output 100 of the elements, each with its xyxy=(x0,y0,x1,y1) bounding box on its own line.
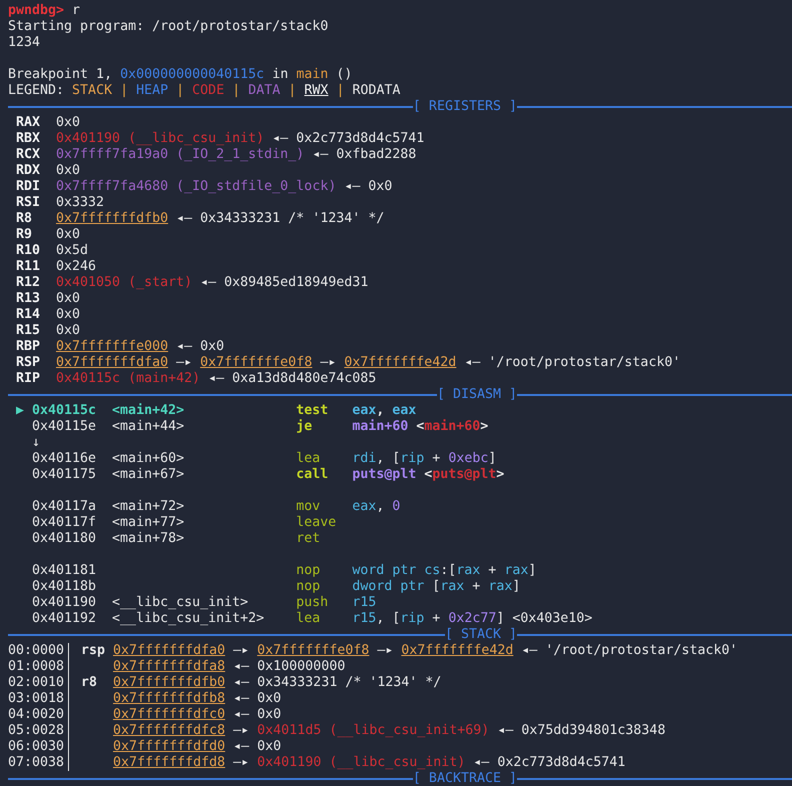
instruction-mnemonic: mov xyxy=(296,499,322,515)
register-value: 0x5d xyxy=(56,243,88,259)
register-value: 0x40115c (main+42) ◂— 0xa13d8d480e74c085 xyxy=(56,371,376,387)
register-name: RDX xyxy=(16,163,42,179)
instruction-symbol: <__libc_csu_init+2> xyxy=(112,611,264,626)
register-value: 0x0 xyxy=(56,227,80,243)
register-value: 0x0 xyxy=(56,163,80,179)
console-line: LEGEND: STACK | HEAP | CODE | DATA | RWX | RODATA xyxy=(8,83,402,99)
instruction-symbol: <main+60> xyxy=(112,451,184,466)
register-name: RCX xyxy=(16,147,42,163)
console-line: pwndbg> r xyxy=(8,3,82,19)
instruction-operands: r15 xyxy=(352,595,376,610)
register-name: RSI xyxy=(16,195,42,211)
instruction-symbol: <main+78> xyxy=(112,531,184,546)
instruction-address: 0x40116e xyxy=(32,451,98,467)
instruction-operands: rdi, [rip + 0xebc] xyxy=(352,451,496,466)
stack-value: 0x7fffffffdfa8 ◂— 0x100000000 xyxy=(113,659,346,675)
register-name: R15 xyxy=(16,323,42,339)
register-name: R14 xyxy=(16,307,42,323)
section-header: [ BACKTRACE ] xyxy=(412,771,517,786)
register-name: R11 xyxy=(16,259,42,275)
instruction-operands: puts@plt <puts@plt> xyxy=(352,467,504,482)
instruction-operands: eax, 0 xyxy=(352,499,400,514)
instruction-symbol: <main+67> xyxy=(112,467,184,482)
stack-offset: 05:0028 xyxy=(8,723,64,739)
register-value: 0x7fffffffe000 ◂— 0x0 xyxy=(56,339,224,355)
section-header: [ DISASM ] xyxy=(436,387,517,403)
register-value: 0x7ffff7fa4680 (_IO_stdfile_0_lock) ◂— 0x0 xyxy=(56,179,392,195)
instruction-mnemonic: lea xyxy=(296,611,322,627)
register-name: RAX xyxy=(16,115,42,131)
instruction-address: 0x40115c xyxy=(32,403,98,419)
stack-offset: 02:0010 xyxy=(8,675,64,691)
register-value: 0x0 xyxy=(56,291,80,307)
instruction-operands: eax, eax xyxy=(352,403,416,418)
stack-value: 0x7fffffffdfc0 ◂— 0x0 xyxy=(113,707,282,723)
register-name: RBX xyxy=(16,131,42,147)
register-value: 0x0 xyxy=(56,323,80,339)
instruction-operands: main+60 <main+60> xyxy=(352,419,488,434)
register-value: 0x7ffff7fa19a0 (_IO_2_1_stdin_) ◂— 0xfbad2288 xyxy=(56,147,416,163)
register-name: R9 xyxy=(16,227,34,243)
console-line: Breakpoint 1, 0x000000000040115c in main () xyxy=(8,67,354,83)
stack-value: 0x7fffffffdfa0 —▸ 0x7fffffffe0f8 —▸ 0x7fffffffe42d ◂— '/root/protostar/stack0' xyxy=(113,643,738,659)
instruction-operands: word ptr cs:[rax + rax] xyxy=(352,563,536,578)
stack-register: rsp xyxy=(81,643,106,658)
register-name: R8 xyxy=(16,211,34,227)
instruction-address: 0x40117a xyxy=(32,499,98,515)
register-name: RSP xyxy=(16,355,42,371)
stack-offset: 04:0020 xyxy=(8,707,64,723)
register-value: 0x401050 (_start) ◂— 0x89485ed18949ed31 xyxy=(56,275,368,291)
instruction-mnemonic: test xyxy=(296,403,330,419)
instruction-operands: dword ptr [rax + rax] xyxy=(352,579,520,594)
register-value: 0x0 xyxy=(56,307,80,323)
instruction-address: 0x40115e xyxy=(32,419,98,435)
instruction-address: 0x40118b xyxy=(32,579,98,595)
instruction-mnemonic: nop xyxy=(296,579,322,595)
register-name: RDI xyxy=(16,179,42,195)
stack-offset: 01:0008 xyxy=(8,659,64,675)
register-name: R10 xyxy=(16,243,42,259)
register-value: 0x7fffffffdfa0 —▸ 0x7fffffffe0f8 —▸ 0x7fffffffe42d ◂— '/root/protostar/stack0' xyxy=(56,355,680,371)
stack-value: 0x7fffffffdfb8 ◂— 0x0 xyxy=(113,691,282,707)
register-value: 0x7fffffffdfb0 ◂— 0x34333231 /* '1234' */ xyxy=(56,211,384,227)
section-header: [ REGISTERS ] xyxy=(412,99,517,115)
register-name: RIP xyxy=(16,371,42,387)
console-line: Starting program: /root/protostar/stack0 xyxy=(8,19,330,35)
console-line: 1234 xyxy=(8,35,42,51)
stack-value: 0x7fffffffdfd0 ◂— 0x0 xyxy=(113,739,282,755)
instruction-symbol: <main+44> xyxy=(112,419,184,434)
stack-value: 0x7fffffffdfb0 ◂— 0x34333231 /* '1234' */ xyxy=(113,675,442,691)
instruction-address: 0x401192 xyxy=(32,611,98,627)
stack-offset: 06:0030 xyxy=(8,739,64,755)
stack-offset: 03:0018 xyxy=(8,691,64,707)
instruction-address: 0x401190 xyxy=(32,595,98,611)
instruction-operands: r15, [rip + 0x2c77] <0x403e10> xyxy=(352,611,592,626)
stack-register: r8 xyxy=(81,675,98,690)
instruction-mnemonic: lea xyxy=(296,451,322,467)
stack-value: 0x7fffffffdfc8 —▸ 0x4011d5 (__libc_csu_init+69) ◂— 0x75dd394801c38348 xyxy=(113,723,666,739)
current-marker: ▶ xyxy=(16,403,24,418)
instruction-mnemonic: nop xyxy=(296,563,322,579)
instruction-mnemonic: je xyxy=(296,419,314,435)
stack-offset: 07:0038 xyxy=(8,755,64,771)
register-value: 0x0 xyxy=(56,115,80,131)
instruction-address: 0x401175 xyxy=(32,467,98,483)
instruction-mnemonic: call xyxy=(296,467,330,483)
instruction-mnemonic: push xyxy=(296,595,330,611)
instruction-symbol: <main+42> xyxy=(112,403,184,418)
instruction-symbol: <__libc_csu_init> xyxy=(112,595,248,610)
register-value: 0x401190 (__libc_csu_init) ◂— 0x2c773d8d4c5741 xyxy=(56,131,424,147)
instruction-mnemonic: leave xyxy=(296,515,338,531)
register-value: 0x246 xyxy=(56,259,96,275)
instruction-mnemonic: ret xyxy=(296,531,322,547)
instruction-symbol: <main+77> xyxy=(112,515,184,530)
instruction-address: 0x401180 xyxy=(32,531,98,547)
section-header: [ STACK ] xyxy=(444,627,517,643)
stack-value: 0x7fffffffdfd8 —▸ 0x401190 (__libc_csu_init) ◂— 0x2c773d8d4c5741 xyxy=(113,755,626,771)
register-name: R13 xyxy=(16,291,42,307)
jump-arrow: ↓ xyxy=(32,435,40,451)
instruction-address: 0x40117f xyxy=(32,515,98,531)
register-value: 0x3332 xyxy=(56,195,104,211)
instruction-symbol: <main+72> xyxy=(112,499,184,514)
stack-offset: 00:0000 xyxy=(8,643,64,659)
